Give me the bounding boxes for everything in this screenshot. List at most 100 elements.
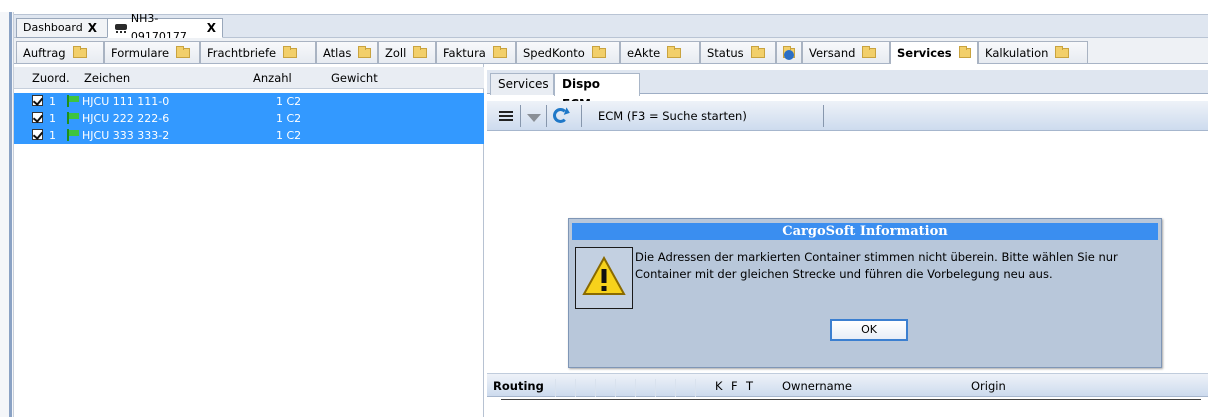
tab-frachtbriefe[interactable]: Frachtbriefe xyxy=(200,41,316,63)
tab-label: eAkte xyxy=(627,45,661,60)
routing-label: Routing xyxy=(493,379,544,393)
row-checkbox[interactable] xyxy=(32,112,43,123)
green-flag-icon xyxy=(66,112,80,124)
column-header-ownername[interactable]: Ownername xyxy=(782,379,852,393)
tab-zoll[interactable]: Zoll xyxy=(378,41,436,63)
row-checkbox[interactable] xyxy=(32,129,43,140)
folder-icon xyxy=(358,45,371,58)
tab-label: Auftrag xyxy=(23,45,66,60)
tab-status[interactable]: Status xyxy=(700,41,776,63)
tab-label: Atlas xyxy=(323,45,352,60)
row-zuord: 1 xyxy=(49,95,56,108)
tab-label: Versand xyxy=(809,45,856,60)
close-icon[interactable]: X xyxy=(88,19,97,37)
column-separator xyxy=(615,379,616,397)
tab-label: SpedKonto xyxy=(523,45,585,60)
dialog-title: CargoSoft Information xyxy=(572,223,1158,240)
column-separator xyxy=(695,379,696,397)
tab-label: Services xyxy=(897,46,952,60)
left-border xyxy=(0,12,14,417)
menu-icon[interactable] xyxy=(499,111,513,121)
container-list-pane: Zuord. Zeichen Anzahl Gewicht 1 HJCU 111… xyxy=(14,64,484,417)
tab-label: Formulare xyxy=(111,45,170,60)
folder-icon xyxy=(492,45,507,58)
routing-grid-header: Routing K F T Ownername Origin xyxy=(487,373,1208,397)
column-separator xyxy=(555,379,556,397)
folder-icon xyxy=(283,45,298,58)
folder-icon xyxy=(1055,45,1070,58)
ecm-toolbar: ECM (F3 = Suche starten) xyxy=(487,101,1208,131)
tab-label: Faktura xyxy=(443,45,486,60)
green-flag-icon xyxy=(66,129,80,141)
doc-tab-order[interactable]: NH3-09170177 X xyxy=(107,12,223,43)
folder-icon xyxy=(667,45,682,58)
warning-icon-frame xyxy=(575,247,633,309)
column-header-gewicht[interactable]: Gewicht xyxy=(331,71,378,85)
ok-button[interactable]: OK xyxy=(830,319,908,341)
dialog-message-line: Die Adressen der markierten Container st… xyxy=(635,250,1118,264)
column-separator xyxy=(575,379,576,397)
row-zuord: 1 xyxy=(49,129,56,142)
table-row[interactable]: 1 HJCU 333 333-2 1 C2 xyxy=(14,127,484,144)
doc-tab-dashboard[interactable]: Dashboard X xyxy=(16,18,108,38)
tab-label: Zoll xyxy=(385,45,407,60)
refresh-icon[interactable] xyxy=(553,108,568,123)
row-zuord: 1 xyxy=(49,112,56,125)
container-list-header: Zuord. Zeichen Anzahl Gewicht xyxy=(14,67,484,89)
warning-icon xyxy=(582,256,626,296)
row-checkbox[interactable] xyxy=(32,95,43,106)
doc-tab-label: Dashboard xyxy=(23,21,83,34)
table-row[interactable]: 1 HJCU 111 111-0 1 C2 xyxy=(14,93,484,110)
row-anzahl: 1 C2 xyxy=(276,129,302,142)
row-zeichen: HJCU 222 222-6 xyxy=(82,112,170,125)
right-tab-bar: Services Dispo ECM xyxy=(487,70,1208,111)
tab-spedkonto[interactable]: SpedKonto xyxy=(516,41,620,63)
folder-icon xyxy=(176,45,191,58)
folder-icon xyxy=(958,46,971,58)
tab-formulare[interactable]: Formulare xyxy=(104,41,200,63)
column-separator xyxy=(595,379,596,397)
tab-faktura[interactable]: Faktura xyxy=(436,41,516,63)
folder-icon xyxy=(591,45,606,58)
ecm-search-hint[interactable]: ECM (F3 = Suche starten) xyxy=(598,109,747,123)
tab-kalkulation[interactable]: Kalkulation xyxy=(978,41,1088,63)
tab-info[interactable] xyxy=(776,41,802,63)
toolbar-separator xyxy=(823,105,824,127)
tab-services[interactable]: Services xyxy=(890,41,978,64)
dialog-message: Die Adressen der markierten Container st… xyxy=(635,249,1155,283)
column-separator xyxy=(635,379,636,397)
row-anzahl: 1 C2 xyxy=(276,95,302,108)
tab-auftrag[interactable]: Auftrag xyxy=(16,41,104,63)
tab-dispo-ecm[interactable]: Dispo ECM xyxy=(554,73,640,111)
column-header-k[interactable]: K xyxy=(715,379,723,393)
column-header-origin[interactable]: Origin xyxy=(971,379,1006,393)
info-icon xyxy=(784,49,794,60)
column-header-anzahl[interactable]: Anzahl xyxy=(253,71,292,85)
toolbar-separator xyxy=(520,105,521,127)
column-header-zeichen[interactable]: Zeichen xyxy=(84,71,130,85)
tab-atlas[interactable]: Atlas xyxy=(316,41,378,63)
info-dialog: CargoSoft Information Die Adressen der m… xyxy=(568,218,1162,368)
row-anzahl: 1 C2 xyxy=(276,112,302,125)
dialog-message-line: Container mit der gleichen Strecke und f… xyxy=(635,267,1053,281)
dropdown-arrow-icon[interactable] xyxy=(527,114,541,122)
tab-label: Frachtbriefe xyxy=(207,45,277,60)
folder-icon xyxy=(413,45,428,58)
table-row[interactable]: 1 HJCU 222 222-6 1 C2 xyxy=(14,110,484,127)
column-header-t[interactable]: T xyxy=(746,379,753,393)
close-icon[interactable]: X xyxy=(207,19,216,37)
tab-versand[interactable]: Versand xyxy=(802,41,890,63)
green-flag-icon xyxy=(66,95,80,107)
column-header-f[interactable]: F xyxy=(731,379,738,393)
tab-eakte[interactable]: eAkte xyxy=(620,41,700,63)
routing-grid-body xyxy=(487,397,1208,417)
module-tab-bar: Auftrag Formulare Frachtbriefe Atlas Zol… xyxy=(14,38,1208,64)
column-separator xyxy=(655,379,656,397)
folder-icon xyxy=(862,45,877,58)
tab-label: Kalkulation xyxy=(985,45,1049,60)
folder-icon xyxy=(72,45,87,58)
row-zeichen: HJCU 111 111-0 xyxy=(82,95,170,108)
column-header-zuord[interactable]: Zuord. xyxy=(32,71,70,85)
folder-info-icon xyxy=(783,45,795,60)
tab-services-sub[interactable]: Services xyxy=(490,73,554,95)
